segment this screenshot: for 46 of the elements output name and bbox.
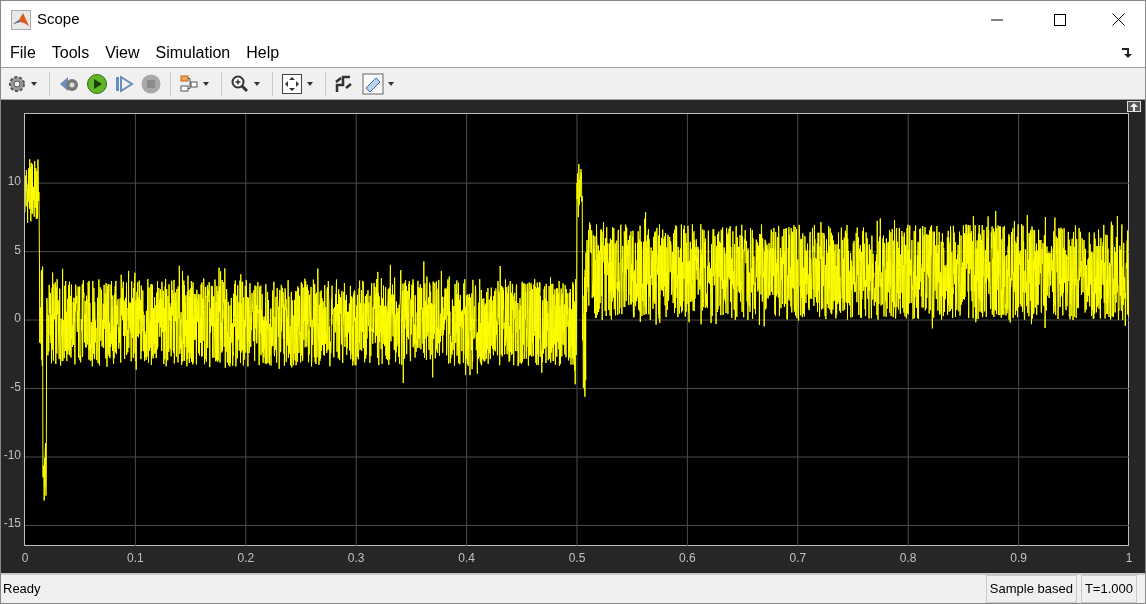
simulation-time-label: T=1.000 xyxy=(1080,575,1137,603)
x-tick-label: 0 xyxy=(21,552,29,564)
y-tick-label: 0 xyxy=(14,312,21,325)
x-tick-label: 0.8 xyxy=(899,552,917,564)
menu-item[interactable]: Simulation xyxy=(155,40,231,65)
undock-arrow-icon[interactable] xyxy=(1121,47,1133,58)
gear-icon[interactable] xyxy=(7,73,27,94)
sample-mode-label: Sample based xyxy=(985,575,1077,603)
run-icon[interactable] xyxy=(86,72,108,95)
caret-icon[interactable] xyxy=(31,81,37,86)
x-tick-label: 0.4 xyxy=(458,552,475,564)
menu-item[interactable]: Tools xyxy=(51,40,90,65)
maximize-icon xyxy=(1054,13,1066,26)
caret-icon[interactable] xyxy=(203,81,209,86)
y-tick-label: 10 xyxy=(7,175,21,188)
x-tick-label: 0.2 xyxy=(237,552,255,564)
x-tick-label: 0.1 xyxy=(127,552,144,564)
caret-icon[interactable] xyxy=(307,81,313,86)
status-message: Ready xyxy=(3,580,41,599)
x-tick-label: 0.3 xyxy=(347,552,365,564)
block-diagram-icon[interactable] xyxy=(179,73,199,94)
step-forward-icon[interactable] xyxy=(114,73,134,94)
caret-icon[interactable] xyxy=(254,81,260,86)
app-logo-icon xyxy=(11,9,31,30)
signal-step-icon[interactable] xyxy=(334,73,354,94)
x-tick-label: 0.9 xyxy=(1010,552,1027,564)
y-tick-label: 5 xyxy=(14,243,21,256)
y-tick-label: -5 xyxy=(10,380,21,393)
zoom-in-icon[interactable] xyxy=(230,73,250,94)
x-tick-label: 0.7 xyxy=(789,552,807,564)
stop-icon[interactable] xyxy=(140,72,162,95)
fit-to-view-icon[interactable] xyxy=(281,72,303,95)
undock-plot-icon[interactable] xyxy=(1127,101,1141,112)
menu-item[interactable]: File xyxy=(10,40,36,65)
menu-item[interactable]: View xyxy=(105,40,140,65)
close-icon xyxy=(1111,13,1125,26)
minimize-icon xyxy=(991,18,1003,21)
x-tick-label: 1 xyxy=(1125,552,1133,564)
x-tick-label: 0.5 xyxy=(568,552,586,564)
caret-icon[interactable] xyxy=(388,81,394,86)
y-tick-label: -15 xyxy=(3,517,21,530)
ruler-icon[interactable] xyxy=(362,72,384,95)
y-tick-label: -10 xyxy=(3,449,21,461)
menu-item[interactable]: Help xyxy=(246,40,280,65)
x-tick-label: 0.6 xyxy=(679,552,696,564)
window-title: Scope xyxy=(37,9,80,30)
